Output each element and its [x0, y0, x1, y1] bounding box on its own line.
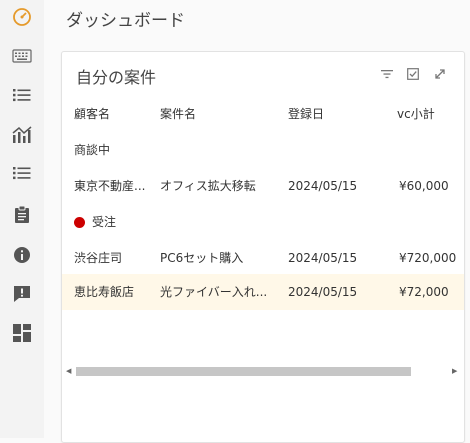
project-cell: オフィス拡大移転 — [160, 179, 256, 193]
table-header-row: 顧客名 案件名 登録日 vc小計 — [62, 96, 464, 132]
card-title: 自分の案件 — [76, 68, 157, 87]
column-header-project[interactable]: 案件名 — [160, 96, 196, 132]
scroll-right-icon[interactable]: ▶ — [452, 367, 457, 375]
customer-cell: 恵比寿飯店 — [74, 285, 135, 299]
scrollbar-thumb[interactable] — [76, 367, 411, 376]
info-icon[interactable] — [12, 245, 32, 265]
checkbox-icon[interactable] — [406, 67, 420, 81]
project-cell: 光ファイバー入れ... — [160, 285, 268, 299]
group-header-negotiating[interactable]: 商談中 — [62, 132, 464, 168]
project-cell: PC6セット購入 — [160, 251, 244, 265]
customer-cell: 東京不動産... — [74, 179, 146, 193]
chart-icon[interactable] — [12, 124, 32, 144]
dashboard-gauge-icon[interactable] — [12, 7, 32, 27]
table-row[interactable]: 東京不動産... オフィス拡大移転 2024/05/15 ¥60,000 — [62, 168, 464, 204]
list-icon[interactable] — [12, 85, 32, 105]
group-header-won[interactable]: 受注 — [62, 204, 464, 240]
column-header-customer[interactable]: 顧客名 — [74, 96, 110, 132]
my-deals-card: 自分の案件 顧客名 案件名 登録日 vc小計 商談中 東京不動産... オフィス… — [61, 51, 465, 443]
table-row[interactable]: 渋谷庄司 PC6セット購入 2024/05/15 ¥720,000 — [62, 240, 464, 276]
grid-icon[interactable] — [12, 323, 32, 343]
expand-icon[interactable] — [433, 67, 447, 81]
won-status-dot — [74, 217, 85, 228]
amount-cell: ¥720,000 — [399, 251, 457, 265]
page-title: ダッシュボード — [66, 11, 185, 31]
column-header-date[interactable]: 登録日 — [288, 96, 324, 132]
list-icon[interactable] — [12, 163, 32, 183]
sidebar — [0, 0, 44, 438]
date-cell: 2024/05/15 — [288, 179, 358, 193]
amount-cell: ¥60,000 — [399, 179, 449, 193]
horizontal-scrollbar[interactable]: ◀ ▶ — [66, 364, 460, 378]
date-cell: 2024/05/15 — [288, 251, 358, 265]
date-cell: 2024/05/15 — [288, 285, 358, 299]
customer-cell: 渋谷庄司 — [74, 251, 123, 265]
group-label: 商談中 — [74, 143, 111, 157]
feedback-icon[interactable] — [12, 284, 32, 304]
group-label: 受注 — [92, 215, 117, 229]
keyboard-icon[interactable] — [12, 46, 32, 66]
table-row[interactable]: 恵比寿飯店 光ファイバー入れ... 2024/05/15 ¥72,000 — [62, 274, 464, 310]
clipboard-icon[interactable] — [12, 204, 32, 224]
column-header-subtotal[interactable]: vc小計 — [397, 96, 435, 132]
amount-cell: ¥72,000 — [399, 285, 449, 299]
scroll-left-icon[interactable]: ◀ — [66, 367, 71, 375]
filter-icon[interactable] — [380, 67, 394, 81]
